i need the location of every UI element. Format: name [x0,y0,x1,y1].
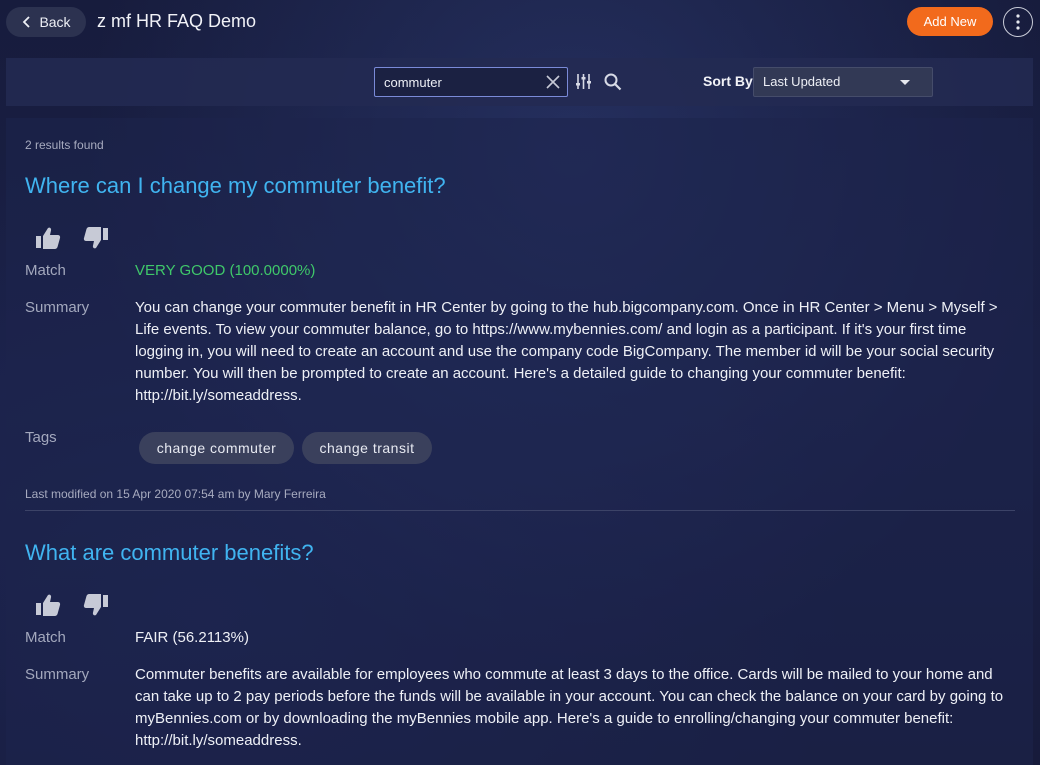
summary-label: Summary [25,666,90,683]
filter-sliders-icon[interactable] [575,73,592,90]
faq-card: Where can I change my commuter benefit? … [25,173,1015,511]
thumbs-up-icon[interactable] [35,593,61,617]
add-new-button[interactable]: Add New [907,7,993,36]
feedback-buttons [35,226,115,250]
sort-select-value: Last Updated [763,74,841,89]
caret-down-icon [900,80,910,85]
tag-chip[interactable]: change commuter [139,432,294,464]
sort-select[interactable]: Last Updated [753,67,933,97]
thumbs-up-icon[interactable] [35,226,61,250]
page-title: z mf HR FAQ Demo [97,11,257,31]
tag-chip[interactable]: change transit [302,432,432,464]
search-field [374,67,568,97]
match-label: Match [25,262,66,279]
feedback-buttons [35,593,115,617]
top-bar: Back z mf HR FAQ Demo Add New [0,0,1040,50]
thumbs-down-icon[interactable] [83,593,109,617]
faq-question-link[interactable]: What are commuter benefits? [25,540,1015,566]
sort-by-label: Sort By [703,73,753,89]
more-options-button[interactable] [1003,7,1033,37]
vertical-dots-icon [1016,14,1020,30]
match-value: VERY GOOD (100.0000%) [135,262,316,279]
summary-label: Summary [25,299,90,316]
back-button-label: Back [39,14,71,30]
search-toolbar: Sort By Last Updated [6,58,1033,106]
faq-card: What are commuter benefits? Match FAIR (… [25,540,1015,749]
search-icon[interactable] [604,73,622,91]
last-modified-text: Last modified on 15 Apr 2020 07:54 am by… [25,487,326,501]
summary-text: Commuter benefits are available for empl… [135,666,1004,749]
back-button[interactable]: Back [6,7,86,37]
faq-question-link[interactable]: Where can I change my commuter benefit? [25,173,1015,199]
close-icon[interactable] [545,74,561,90]
search-input[interactable] [375,68,535,96]
tags-label: Tags [25,429,57,446]
thumbs-down-icon[interactable] [83,226,109,250]
match-value: FAIR (56.2113%) [135,629,249,646]
match-label: Match [25,629,66,646]
results-panel: 2 results found Where can I change my co… [6,118,1033,765]
divider [25,510,1015,511]
results-count: 2 results found [25,138,104,152]
chevron-left-icon [23,16,31,28]
summary-text: You can change your commuter benefit in … [135,299,998,404]
